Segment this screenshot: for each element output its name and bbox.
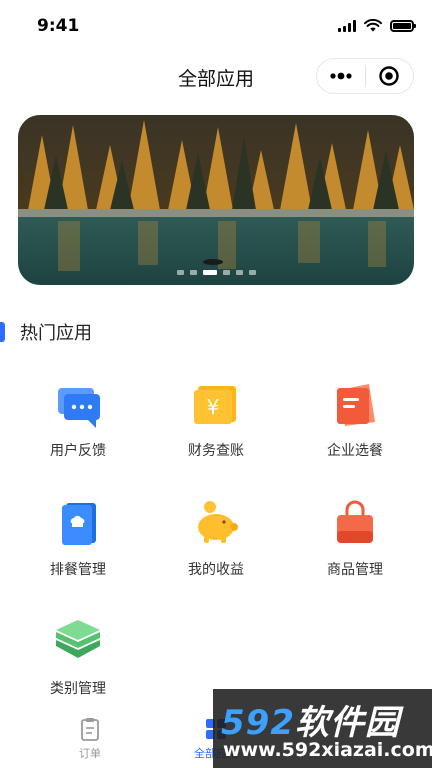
svg-text:¥: ¥ <box>207 395 220 419</box>
app-category-manage[interactable]: 类别管理 <box>18 608 138 708</box>
carousel-dot[interactable] <box>248 270 256 275</box>
close-mini-program-button[interactable] <box>366 59 414 93</box>
watermark: 592软件园 www.592xiazai.com <box>213 689 432 768</box>
carousel-dot-active[interactable] <box>202 270 217 275</box>
watermark-url: www.592xiazai.com <box>223 739 432 761</box>
tab-orders[interactable]: 订单 <box>30 716 150 761</box>
watermark-brand: 软件园 <box>294 703 400 743</box>
chef-book-icon <box>62 503 96 545</box>
app-label: 财务查账 <box>188 443 244 459</box>
menu-card-icon <box>337 384 375 426</box>
yen-wallet-icon: ¥ <box>194 386 236 424</box>
more-dots-icon <box>330 72 352 80</box>
carousel-dot[interactable] <box>235 270 243 275</box>
app-earnings[interactable]: 我的收益 <box>156 489 276 589</box>
status-icons <box>338 19 416 32</box>
carousel-dot[interactable] <box>222 270 230 275</box>
carousel-dot[interactable] <box>176 270 184 275</box>
app-label: 商品管理 <box>327 562 383 578</box>
layers-icon <box>56 620 100 658</box>
chat-bubble-icon <box>58 388 100 428</box>
shopping-bag-icon <box>337 500 373 543</box>
banner-carousel[interactable] <box>18 115 414 285</box>
piggy-bank-icon <box>198 501 238 543</box>
app-label: 用户反馈 <box>50 443 106 459</box>
app-feedback[interactable]: 用户反馈 <box>18 370 138 470</box>
app-meal-schedule[interactable]: 排餐管理 <box>18 489 138 589</box>
app-label: 我的收益 <box>188 562 244 578</box>
carousel-dot[interactable] <box>189 270 197 275</box>
app-label: 企业选餐 <box>327 443 383 459</box>
more-button[interactable] <box>317 59 365 93</box>
app-meal-select[interactable]: 企业选餐 <box>295 370 415 470</box>
app-label: 排餐管理 <box>50 562 106 578</box>
banner-image <box>18 115 414 285</box>
watermark-title: 592软件园 <box>221 695 400 744</box>
wifi-icon <box>364 19 382 32</box>
tab-label: 订单 <box>79 747 101 760</box>
watermark-number: 592 <box>221 703 295 743</box>
app-label: 类别管理 <box>50 681 106 697</box>
app-product-manage[interactable]: 商品管理 <box>295 489 415 589</box>
nav-bar: 全部应用 <box>0 52 432 100</box>
battery-icon <box>390 19 416 32</box>
carousel-indicator <box>18 270 414 275</box>
app-finance[interactable]: ¥ 财务查账 <box>156 370 276 470</box>
section-header: 热门应用 <box>0 318 300 346</box>
section-accent-bar <box>0 322 5 342</box>
clipboard-icon <box>81 718 99 741</box>
mini-program-capsule <box>316 58 414 94</box>
section-title: 热门应用 <box>20 323 92 344</box>
signal-icon <box>338 19 356 32</box>
status-time: 9:41 <box>37 16 80 36</box>
status-bar: 9:41 <box>0 0 432 52</box>
target-circle-icon <box>379 66 399 86</box>
